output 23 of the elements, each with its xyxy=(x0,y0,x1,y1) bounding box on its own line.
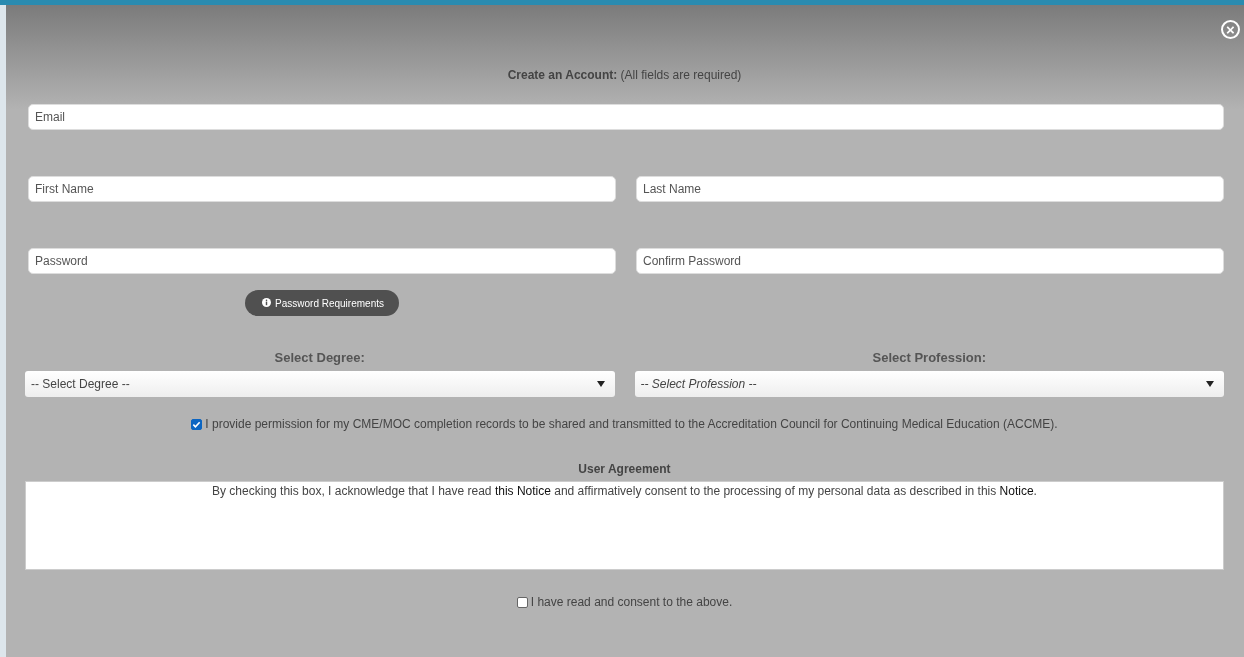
profession-select[interactable]: -- Select Profession -- xyxy=(634,371,1224,397)
checkbox[interactable] xyxy=(516,596,528,608)
close-button[interactable]: × xyxy=(1221,20,1240,39)
notice-link[interactable]: Notice xyxy=(999,484,1034,498)
last-name-field[interactable]: Last Name xyxy=(636,176,1224,202)
password-requirements-button[interactable]: Password Requirements xyxy=(245,290,399,316)
checkbox[interactable] xyxy=(191,418,203,430)
info-icon xyxy=(262,298,272,307)
degree-select[interactable]: -- Select Degree -- xyxy=(25,371,615,397)
consent-label: I have read and consent to the above. xyxy=(530,595,733,609)
agreement-text: By checking this box, I acknowledge that I have read this Notice and affirmatively consent to the processing of my personal data as described in this Notice. xyxy=(211,484,1038,498)
first-name-field[interactable]: First Name xyxy=(28,176,616,202)
email-field[interactable]: Email xyxy=(28,104,1224,130)
notice-link[interactable]: this Notice xyxy=(494,484,551,498)
caret-icon xyxy=(1206,381,1214,387)
confirm-password-field[interactable]: Confirm Password xyxy=(636,248,1224,274)
agreement-title: User Agreement xyxy=(578,462,671,476)
password-field[interactable]: Password xyxy=(28,248,616,274)
select-label: Select Degree: xyxy=(274,350,365,365)
permission-label: I provide permission for my CME/MOC completion records to be shared and transmitted to the Accreditation Council for Continuing Medical Education (ACCME). xyxy=(205,417,1058,431)
form-heading: Create an Account: (All fields are required) xyxy=(507,68,742,82)
select-label: Select Profession: xyxy=(872,350,986,365)
caret-icon xyxy=(596,381,605,387)
